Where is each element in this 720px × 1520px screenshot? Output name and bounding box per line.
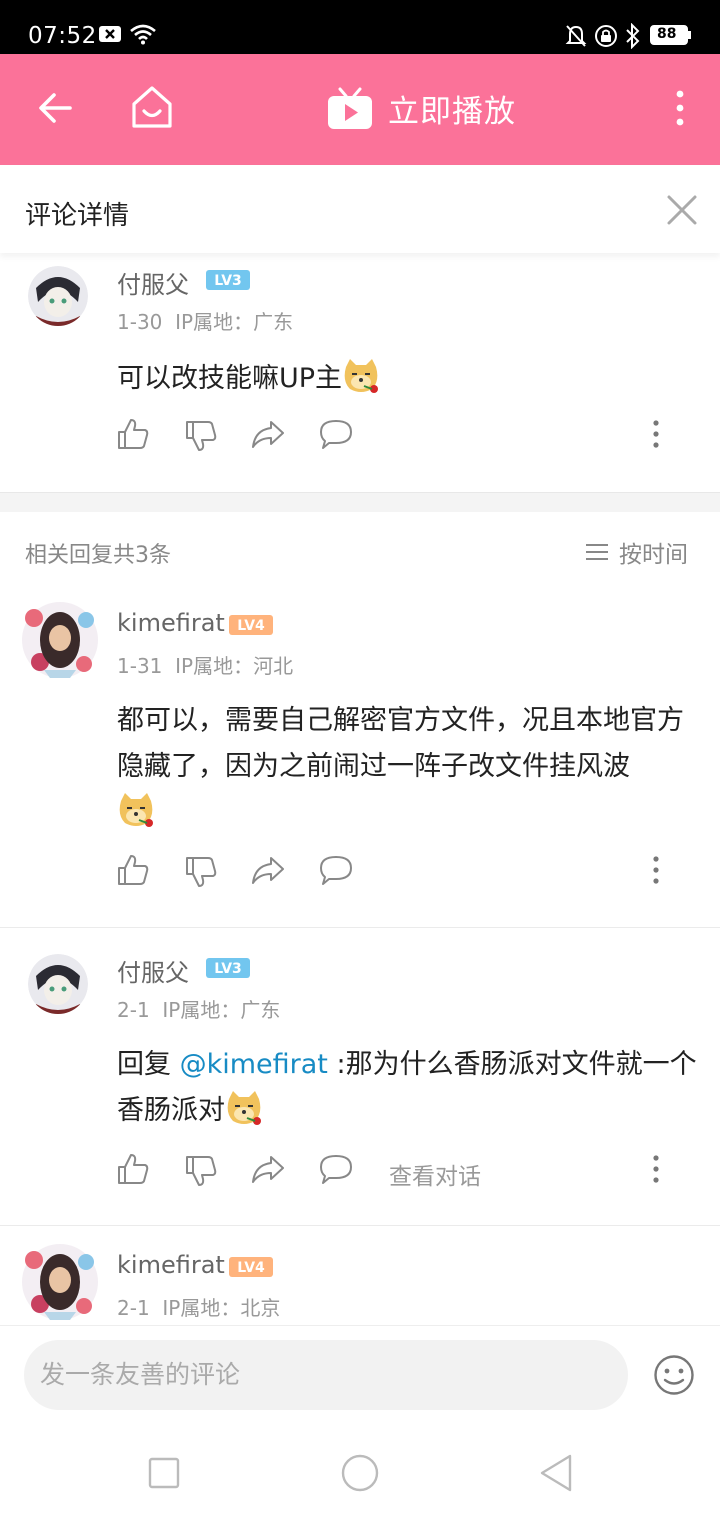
- status-time: 07:52: [28, 23, 97, 49]
- bluetooth-icon: [626, 23, 640, 49]
- comment-date: 1-31 IP属地：河北: [117, 654, 294, 678]
- username[interactable]: kimefirat: [117, 1251, 225, 1279]
- dislike-icon[interactable]: [185, 856, 217, 888]
- close-icon[interactable]: [666, 194, 698, 226]
- battery-icon: 88: [650, 25, 688, 45]
- avatar[interactable]: [20, 600, 100, 680]
- divider: [0, 1225, 720, 1226]
- avatar[interactable]: [20, 1242, 100, 1322]
- comment-date: 2-1 IP属地：广东: [117, 998, 281, 1022]
- svg-text:LV3: LV3: [214, 273, 242, 289]
- avatar[interactable]: [28, 954, 88, 1014]
- share-icon[interactable]: [251, 1153, 285, 1185]
- sort-list-icon: [586, 544, 608, 560]
- doge-rose-emoji-icon: [119, 793, 153, 827]
- svg-text:LV4: LV4: [237, 618, 265, 634]
- home-circle-icon[interactable]: [340, 1453, 380, 1493]
- level-badge-lv4: LV4: [229, 1257, 273, 1277]
- like-icon[interactable]: [117, 418, 149, 450]
- play-now-button[interactable]: 立即播放: [326, 86, 516, 131]
- silent-bell-icon: [565, 25, 587, 47]
- back-arrow-icon[interactable]: [36, 88, 76, 128]
- mention-link[interactable]: @kimefirat: [180, 1049, 328, 1080]
- emoji-face-icon[interactable]: [653, 1354, 695, 1396]
- dislike-icon[interactable]: [185, 420, 217, 452]
- comment-text: 都可以，需要自己解密官方文件，况且本地官方隐藏了，因为之前闹过一阵子改文件挂风波: [117, 698, 702, 836]
- comment-date: 1-30 IP属地：广东: [117, 310, 294, 334]
- top-app-bar: 立即播放: [0, 54, 720, 165]
- section-divider: [0, 492, 720, 512]
- more-options-icon[interactable]: [647, 854, 665, 886]
- share-icon[interactable]: [251, 418, 285, 450]
- comment-text: 可以改技能嘛UP主: [117, 356, 702, 402]
- reply-bubble-icon[interactable]: [319, 418, 353, 450]
- comment-detail-title: 评论详情: [25, 201, 130, 231]
- comment-composer: 发一条友善的评论: [0, 1325, 720, 1427]
- view-conversation-link[interactable]: 查看对话: [389, 1157, 481, 1191]
- comment-actions: [117, 854, 697, 890]
- comment-input[interactable]: 发一条友善的评论: [24, 1340, 628, 1410]
- username[interactable]: 付服父: [117, 953, 189, 988]
- like-icon[interactable]: [117, 1153, 149, 1185]
- avatar[interactable]: [28, 266, 88, 326]
- reply-bubble-icon[interactable]: [319, 1153, 353, 1185]
- play-now-label: 立即播放: [388, 94, 516, 130]
- comment-actions: 查看对话: [117, 1153, 697, 1191]
- more-options-icon[interactable]: [647, 1153, 665, 1185]
- username[interactable]: kimefirat: [117, 609, 225, 637]
- system-nav-bar: [0, 1427, 720, 1520]
- doge-rose-emoji-icon: [344, 359, 379, 393]
- svg-text:LV3: LV3: [214, 961, 242, 977]
- replies-count: 相关回复共3条: [25, 543, 171, 568]
- doge-rose-emoji-icon: [227, 1091, 261, 1125]
- sort-label: 按时间: [619, 542, 688, 568]
- username[interactable]: 付服父: [117, 265, 189, 300]
- status-bar: 07:52 88: [0, 0, 720, 54]
- comment-text: 回复 @kimefirat :那为什么香肠派对文件就一个香肠派对: [117, 1049, 697, 1126]
- home-icon[interactable]: [130, 84, 174, 130]
- level-badge-lv3: LV3: [206, 958, 250, 978]
- reply-bubble-icon[interactable]: [319, 854, 353, 886]
- recent-apps-icon[interactable]: [148, 1457, 180, 1489]
- sort-by-time-button[interactable]: 按时间: [585, 535, 688, 569]
- like-icon[interactable]: [117, 854, 149, 886]
- wifi-icon: [130, 24, 156, 45]
- comment-date: 2-1 IP属地：北京: [117, 1296, 281, 1320]
- notification-x-icon: [99, 26, 121, 42]
- battery-level: 88: [657, 26, 677, 42]
- dislike-icon[interactable]: [185, 1155, 217, 1187]
- comment-actions: [117, 418, 697, 454]
- more-vertical-icon[interactable]: [670, 88, 690, 128]
- comment-detail-header: 评论详情: [0, 165, 720, 253]
- level-badge-lv4: LV4: [229, 615, 273, 635]
- svg-text:LV4: LV4: [237, 1260, 265, 1276]
- more-options-icon[interactable]: [647, 418, 665, 450]
- divider: [0, 927, 720, 928]
- share-icon[interactable]: [251, 854, 285, 886]
- tv-play-icon: [328, 87, 372, 129]
- back-triangle-icon[interactable]: [538, 1453, 574, 1493]
- level-badge-lv3: LV3: [206, 270, 250, 290]
- rotation-lock-icon: [595, 25, 617, 47]
